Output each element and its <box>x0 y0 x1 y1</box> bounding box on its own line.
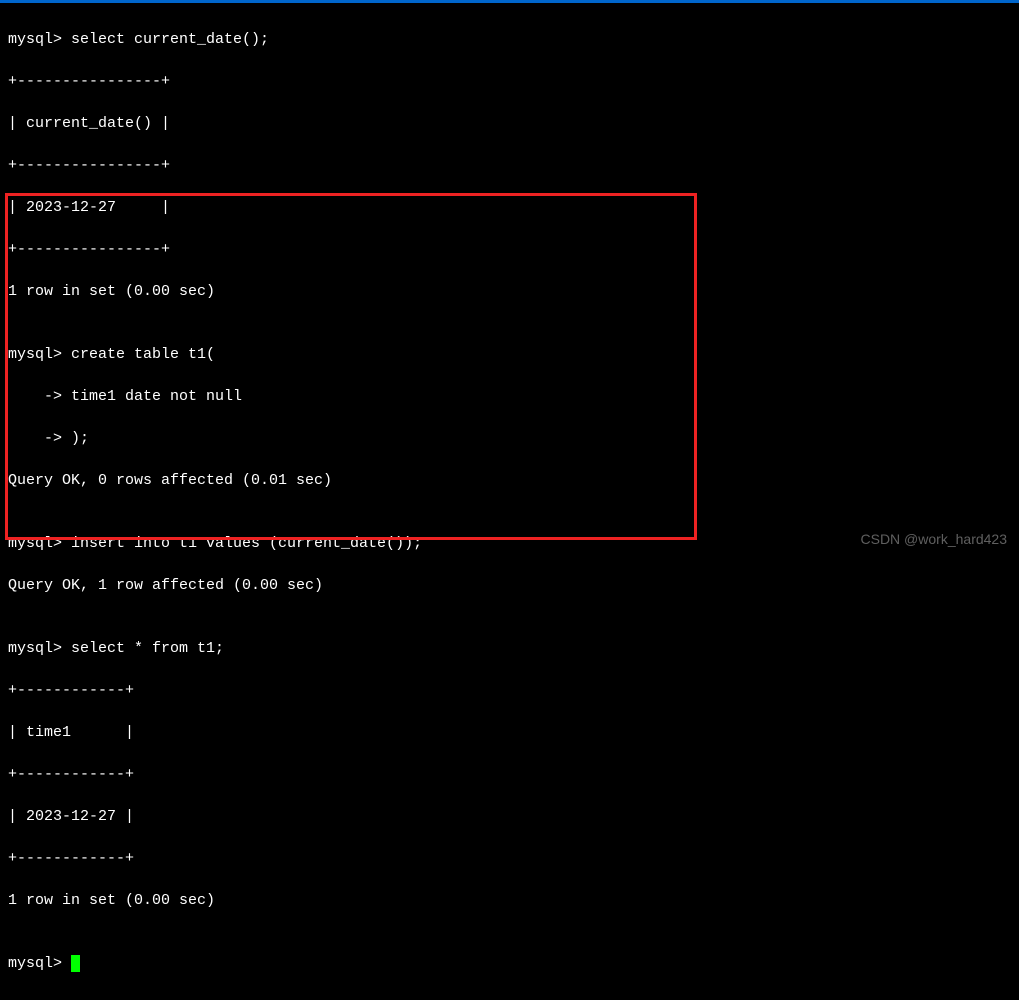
terminal-line: Query OK, 1 row affected (0.00 sec) <box>8 575 1011 596</box>
terminal-line: +----------------+ <box>8 239 1011 260</box>
terminal-line: +------------+ <box>8 848 1011 869</box>
terminal-line: +----------------+ <box>8 71 1011 92</box>
terminal-line: 1 row in set (0.00 sec) <box>8 281 1011 302</box>
terminal-line: -> ); <box>8 428 1011 449</box>
terminal-prompt-line[interactable]: mysql> <box>8 953 1011 974</box>
terminal-line: +------------+ <box>8 680 1011 701</box>
terminal-line: mysql> select current_date(); <box>8 29 1011 50</box>
terminal-line: Query OK, 0 rows affected (0.01 sec) <box>8 470 1011 491</box>
terminal-line: | time1 | <box>8 722 1011 743</box>
terminal-line: | current_date() | <box>8 113 1011 134</box>
watermark-text: CSDN @work_hard423 <box>861 530 1008 550</box>
terminal-line: | 2023-12-27 | <box>8 197 1011 218</box>
terminal-line: | 2023-12-27 | <box>8 806 1011 827</box>
terminal-line: mysql> create table t1( <box>8 344 1011 365</box>
terminal-line: +----------------+ <box>8 155 1011 176</box>
terminal-line: mysql> select * from t1; <box>8 638 1011 659</box>
terminal-prompt: mysql> <box>8 955 71 972</box>
terminal-line: 1 row in set (0.00 sec) <box>8 890 1011 911</box>
terminal-output[interactable]: mysql> select current_date(); +---------… <box>0 3 1019 1000</box>
terminal-line: -> time1 date not null <box>8 386 1011 407</box>
terminal-line: +------------+ <box>8 764 1011 785</box>
cursor-icon <box>71 955 80 972</box>
